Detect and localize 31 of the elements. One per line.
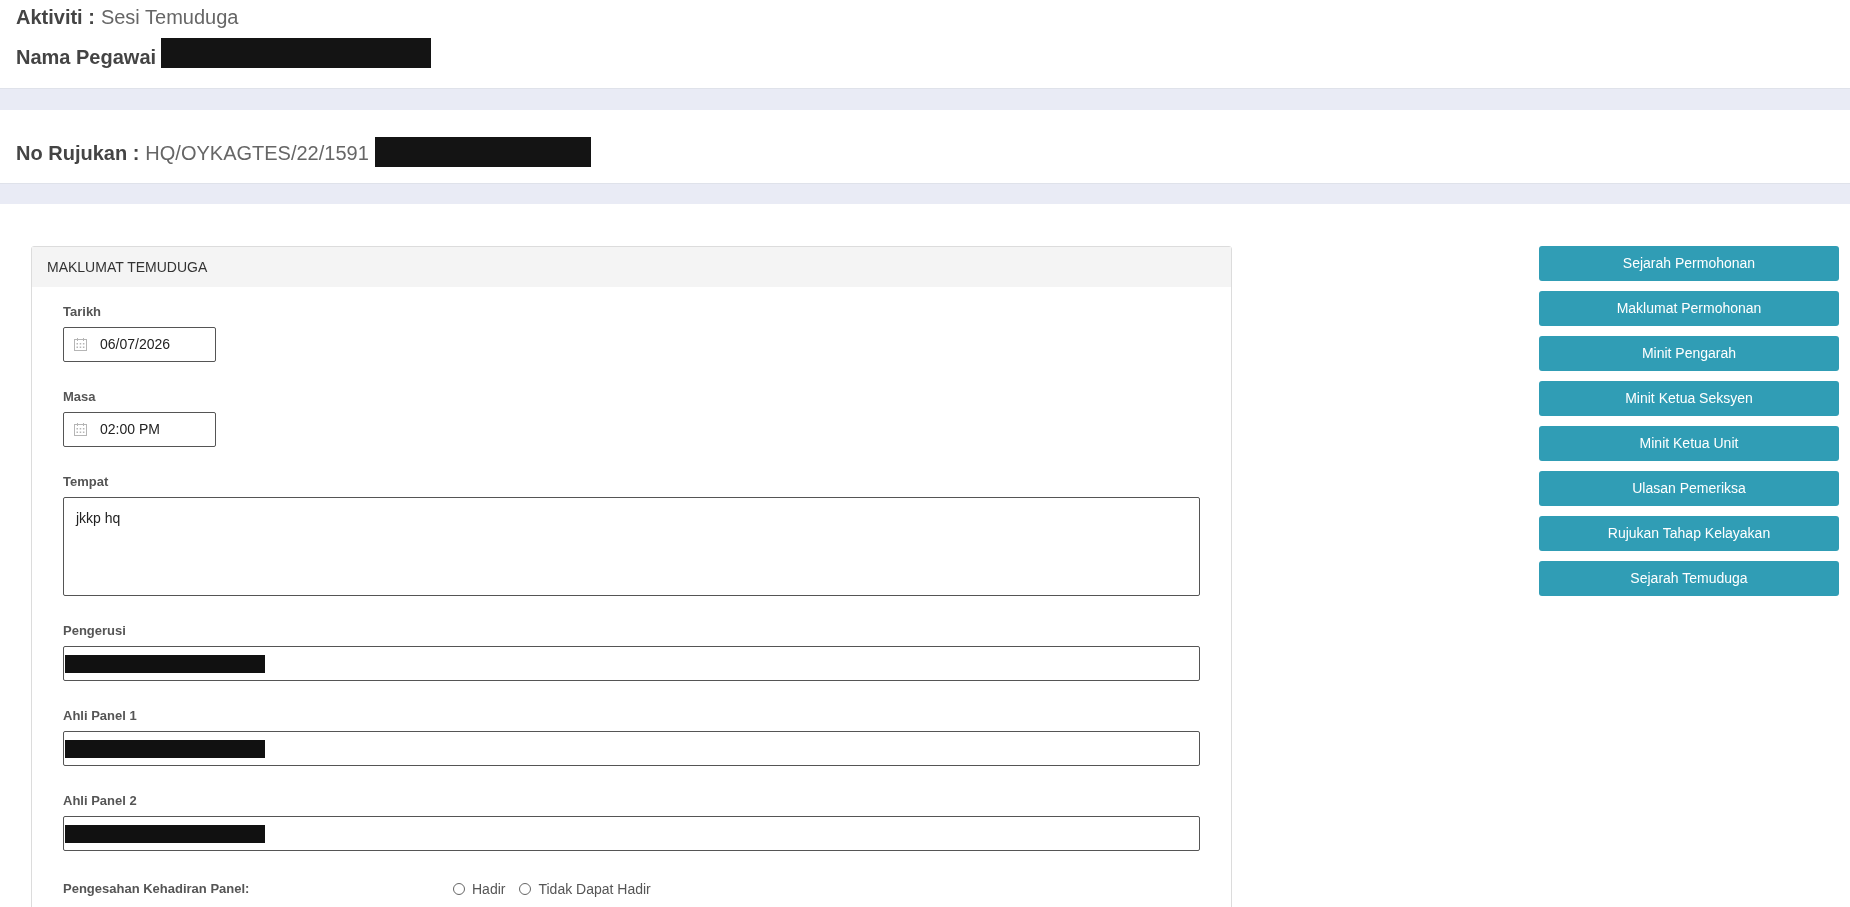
field-label: Pengerusi	[63, 623, 126, 639]
action-button[interactable]: Sejarah Permohonan	[1539, 246, 1839, 281]
field-label: No Rujukan :	[16, 141, 140, 165]
time-field[interactable]: 02:00 PM	[63, 412, 216, 447]
action-button[interactable]: Rujukan Tahap Kelayakan	[1539, 516, 1839, 551]
action-button[interactable]: Sejarah Temuduga	[1539, 561, 1839, 596]
field-value: Sesi Temuduga	[100, 5, 239, 29]
field-label: Nama Pegawai	[16, 45, 157, 69]
action-button[interactable]: Minit Pengarah	[1539, 336, 1839, 371]
date-field[interactable]: 06/07/2026	[63, 327, 216, 362]
calendar-icon	[74, 338, 87, 351]
text-field[interactable]	[63, 646, 1200, 681]
field-label: Masa	[63, 389, 96, 405]
radio-option[interactable]: Hadir	[453, 878, 506, 900]
field-label: Ahli Panel 1	[63, 708, 137, 724]
text-field[interactable]	[63, 816, 1200, 851]
field-label: Ahli Panel 2	[63, 793, 137, 809]
field-label: Tarikh	[63, 304, 102, 320]
field-label: Aktiviti :	[16, 5, 95, 29]
textarea-field[interactable]: jkkp hq	[63, 497, 1200, 596]
text-field[interactable]	[63, 731, 1200, 766]
action-button[interactable]: Minit Ketua Unit	[1539, 426, 1839, 461]
field-label: Pengesahan Kehadiran Panel:	[63, 880, 251, 899]
action-button[interactable]: Minit Ketua Seksyen	[1539, 381, 1839, 416]
radio-option[interactable]: Tidak Dapat Hadir	[519, 878, 651, 900]
action-button[interactable]: Maklumat Permohonan	[1539, 291, 1839, 326]
action-button[interactable]: Ulasan Pemeriksa	[1539, 471, 1839, 506]
field-label: Tempat	[63, 474, 109, 490]
field-value: HQ/OYKAGTES/22/1591	[145, 141, 369, 165]
panel-title: MAKLUMAT TEMUDUGA	[47, 257, 208, 277]
calendar-icon	[74, 423, 87, 436]
